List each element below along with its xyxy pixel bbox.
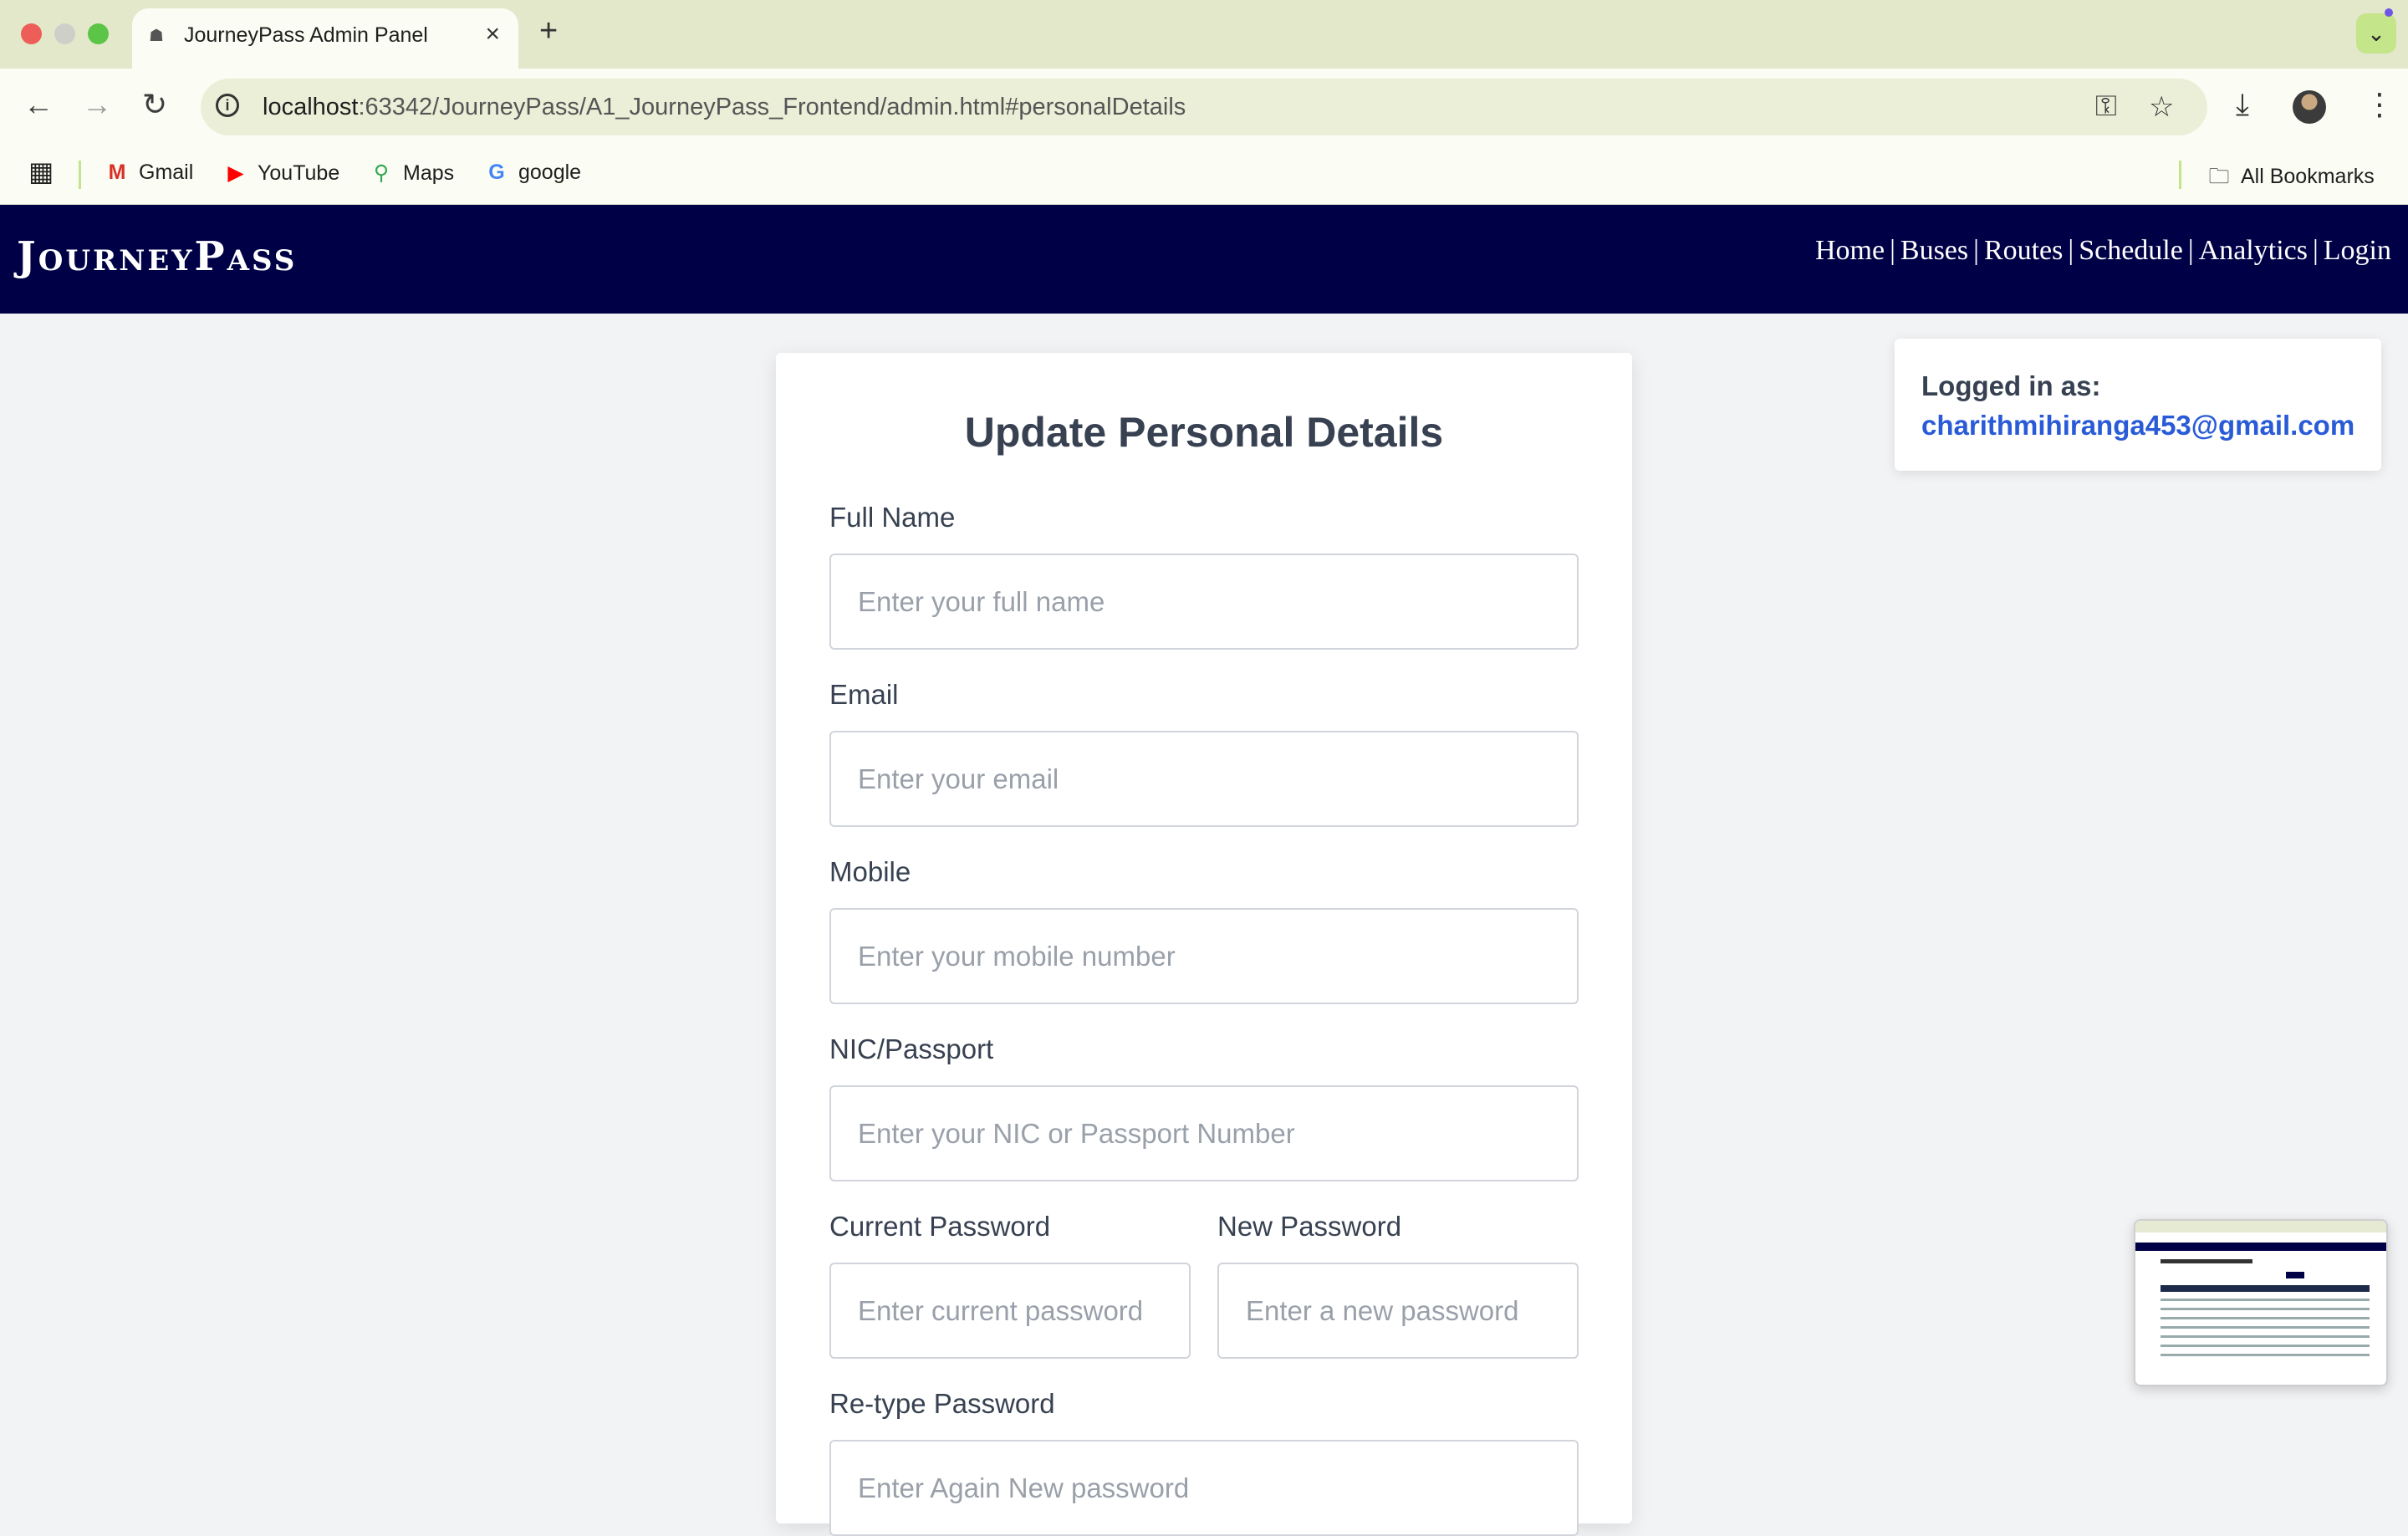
nav-buses[interactable]: Buses: [1900, 235, 1968, 266]
folder-icon: 🗀: [2208, 165, 2230, 188]
profile-avatar[interactable]: [2293, 90, 2326, 124]
nav-login[interactable]: Login: [2324, 235, 2391, 266]
maps-pin-icon: ⚲: [373, 161, 390, 185]
tab-title: JourneyPass Admin Panel: [184, 23, 428, 47]
password-key-icon[interactable]: ⚿: [2095, 90, 2117, 123]
nav-analytics[interactable]: Analytics: [2199, 235, 2308, 266]
thumbnail-header: [2135, 1243, 2386, 1251]
site-logo[interactable]: JourneyPass: [17, 233, 297, 280]
close-tab-icon[interactable]: ×: [485, 20, 500, 48]
thumbnail-table-row: [2161, 1317, 2370, 1319]
url-host: localhost: [263, 94, 359, 120]
notification-dot: [2385, 8, 2393, 17]
window-minimize-button[interactable]: [54, 23, 75, 44]
browser-tab-active[interactable]: ☗ JourneyPass Admin Panel ×: [132, 8, 518, 69]
logged-in-email[interactable]: charithmihiranga453@gmail.com: [1921, 410, 2354, 441]
google-icon: G: [488, 161, 505, 184]
new-password-label: New Password: [1217, 1211, 1402, 1242]
back-arrow-icon[interactable]: ←: [23, 87, 54, 122]
address-bar[interactable]: i localhost:63342/JourneyPass/A1_Journey…: [201, 79, 2207, 135]
forward-arrow-icon[interactable]: →: [82, 87, 112, 122]
bookmarks-divider: [2179, 161, 2181, 189]
thumbnail-table-header: [2161, 1285, 2370, 1292]
nav-separator: |: [2312, 235, 2319, 266]
nic-passport-label: NIC/Passport: [829, 1033, 994, 1064]
thumbnail-table-row: [2161, 1335, 2370, 1338]
browser-tab-bar: ☗ JourneyPass Admin Panel × + ⌄: [0, 0, 2408, 69]
gmail-icon: M: [108, 161, 126, 184]
bookmark-label: YouTube: [258, 161, 340, 185]
bookmarks-bar: ▦ M Gmail ▶ YouTube ⚲ Maps Ggoogle 🗀 All Boo…: [0, 145, 2408, 205]
chevron-down-icon: ⌄: [2367, 21, 2385, 46]
current-password-label: Current Password: [829, 1211, 1051, 1242]
bookmark-google[interactable]: Ggoogle: [485, 161, 581, 185]
retype-password-label: Re-type Password: [829, 1388, 1055, 1419]
thumbnail-table-row: [2161, 1345, 2370, 1347]
bookmark-star-icon[interactable]: ☆: [2149, 90, 2174, 124]
thumbnail-button: [2286, 1272, 2304, 1278]
nic-passport-input[interactable]: [829, 1085, 1579, 1181]
full-name-label: Full Name: [829, 502, 956, 533]
nav-separator: |: [1973, 235, 1979, 266]
nav-separator: |: [2187, 235, 2194, 266]
bookmark-label: Gmail: [139, 161, 194, 184]
browser-toolbar: ← → ↻ i localhost:63342/JourneyPass/A1_J…: [0, 69, 2408, 145]
bus-favicon-icon: ☗: [149, 27, 164, 45]
mobile-label: Mobile: [829, 856, 911, 887]
logged-in-label: Logged in as:: [1921, 370, 2101, 401]
site-nav: Home | Buses | Routes | Schedule | Analytics | Log…: [1815, 235, 2391, 267]
thumbnail-title: [2161, 1259, 2252, 1263]
logged-in-panel: Logged in as: charithmihiranga453@gmail.…: [1895, 339, 2381, 471]
nav-separator: |: [2068, 235, 2074, 266]
thumbnail-table-row: [2161, 1299, 2370, 1301]
email-input[interactable]: [829, 731, 1579, 827]
reload-icon[interactable]: ↻: [142, 87, 167, 122]
nav-schedule[interactable]: Schedule: [2079, 235, 2183, 266]
download-icon[interactable]: ⤓: [2236, 87, 2249, 123]
form-title: Update Personal Details: [964, 409, 1444, 456]
url-text[interactable]: localhost:63342/JourneyPass/A1_JourneyPa…: [263, 94, 1186, 121]
full-name-input[interactable]: [829, 554, 1579, 650]
window-zoom-button[interactable]: [88, 23, 109, 44]
thumbnail-table-row: [2161, 1308, 2370, 1310]
apps-grid-icon[interactable]: ▦: [28, 156, 54, 187]
thumbnail-table-row: [2161, 1326, 2370, 1329]
nav-separator: |: [1890, 235, 1895, 266]
bookmark-youtube[interactable]: ▶ YouTube: [224, 161, 339, 186]
site-header: JourneyPass Home | Buses | Routes | Schedule | A…: [0, 205, 2408, 314]
retype-password-input[interactable]: [829, 1440, 1579, 1536]
new-tab-icon[interactable]: +: [539, 13, 558, 49]
bookmark-gmail[interactable]: M Gmail: [105, 161, 194, 185]
thumbnail-table-row: [2161, 1354, 2370, 1356]
site-info-icon[interactable]: i: [216, 94, 239, 117]
more-menu-icon[interactable]: ⋮: [2365, 87, 2395, 122]
thumbnail-chrome: [2135, 1221, 2386, 1232]
mobile-input[interactable]: [829, 908, 1579, 1004]
page-preview-thumbnail[interactable]: [2134, 1219, 2388, 1386]
nav-routes[interactable]: Routes: [1984, 235, 2063, 266]
all-bookmarks-button[interactable]: 🗀 All Bookmarks: [2207, 161, 2375, 196]
bookmark-label: google: [518, 161, 582, 184]
bookmark-maps[interactable]: ⚲ Maps: [370, 161, 454, 186]
youtube-icon: ▶: [227, 161, 244, 185]
email-label: Email: [829, 679, 899, 710]
nav-home[interactable]: Home: [1815, 235, 1885, 266]
bookmarks-divider: [79, 161, 81, 189]
bookmark-label: Maps: [403, 161, 455, 185]
new-password-input[interactable]: [1217, 1263, 1579, 1359]
current-password-input[interactable]: [829, 1263, 1191, 1359]
window-close-button[interactable]: [21, 23, 42, 44]
all-bookmarks-label: All Bookmarks: [2241, 165, 2375, 188]
thumbnail-table: [2161, 1285, 2370, 1356]
url-path: :63342/JourneyPass/A1_JourneyPass_Fronte…: [358, 94, 1186, 120]
personal-details-card: Update Personal Details Full Name Email …: [776, 353, 1632, 1536]
tab-search-button[interactable]: ⌄: [2356, 13, 2396, 54]
